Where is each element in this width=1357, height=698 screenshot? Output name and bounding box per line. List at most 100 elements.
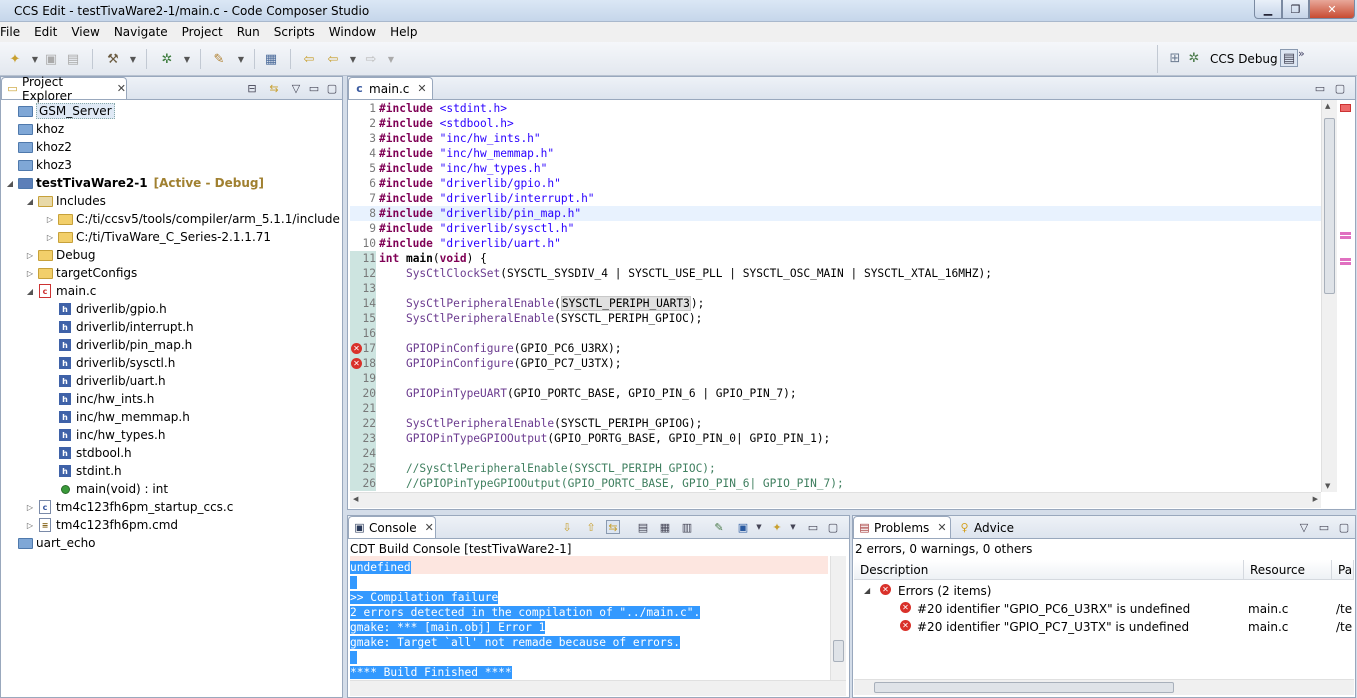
close-editor-tab-icon[interactable]: ✕: [417, 82, 426, 95]
tree-item[interactable]: ▷ ≡ tm4c123fh6pm.cmd: [25, 516, 178, 534]
debug-dropdown-icon[interactable]: ▼: [178, 50, 196, 68]
code-line[interactable]: 18 ✕ GPIOPinConfigure(GPIO_PC7_U3TX);: [350, 356, 1321, 371]
ccs-edit-perspective-icon[interactable]: ▤: [1280, 49, 1298, 67]
tree-item[interactable]: ▷ C:/ti/ccsv5/tools/compiler/arm_5.1.1/in…: [45, 210, 340, 228]
scroll-left-icon[interactable]: ◀: [353, 495, 358, 503]
console-vertical-scrollbar[interactable]: [830, 556, 846, 680]
console-view-icon[interactable]: ▦: [262, 50, 280, 68]
editor-horizontal-scrollbar[interactable]: ◀ ▶: [350, 492, 1321, 508]
tab-console[interactable]: ▣ Console ✕: [348, 516, 436, 538]
collapse-arrow-icon[interactable]: ◢: [5, 179, 15, 188]
close-problems-tab-icon[interactable]: ✕: [937, 521, 946, 534]
menu-view[interactable]: View: [71, 25, 99, 39]
console-output[interactable]: undefined >> Compilation failure 2 errors…: [350, 556, 830, 694]
maximize-button[interactable]: ❐: [1282, 0, 1309, 19]
close-button[interactable]: ✕: [1309, 0, 1355, 19]
pin-console-icon[interactable]: ✎: [712, 520, 726, 534]
menu-edit[interactable]: Edit: [34, 25, 57, 39]
expand-arrow-icon[interactable]: ▷: [25, 269, 35, 278]
maximize-view-icon[interactable]: ▢: [325, 81, 339, 95]
column-path[interactable]: Pa: [1332, 560, 1354, 580]
column-resource[interactable]: Resource: [1244, 560, 1332, 580]
tree-item[interactable]: ◢ c main.c: [25, 282, 96, 300]
menu-help[interactable]: Help: [390, 25, 417, 39]
problems-view-menu-icon[interactable]: ▽: [1297, 520, 1311, 534]
code-line[interactable]: 5 #include "inc/hw_types.h": [350, 161, 1321, 176]
tree-item[interactable]: h driverlib/sysctl.h: [45, 354, 175, 372]
console-minimize-icon[interactable]: ▭: [806, 520, 820, 534]
expand-arrow-icon[interactable]: ▷: [25, 251, 35, 260]
previous-error-icon[interactable]: ⇧: [584, 520, 598, 534]
tree-item[interactable]: h driverlib/gpio.h: [45, 300, 167, 318]
flash-icon[interactable]: ✎: [210, 50, 228, 68]
code-line[interactable]: 13: [350, 281, 1321, 296]
collapse-arrow-icon[interactable]: ◢: [25, 287, 35, 296]
view-menu-icon[interactable]: ▽: [289, 81, 303, 95]
next-error-icon[interactable]: ⇩: [560, 520, 574, 534]
code-line[interactable]: 11 int main(void) {: [350, 251, 1321, 266]
code-line[interactable]: 6 #include "driverlib/gpio.h": [350, 176, 1321, 191]
menu-navigate[interactable]: Navigate: [114, 25, 168, 39]
word-wrap-icon[interactable]: ▥: [680, 520, 694, 534]
new-icon[interactable]: ✦: [6, 50, 24, 68]
code-line[interactable]: 22 SysCtlPeripheralEnable(SYSCTL_PERIPH_…: [350, 416, 1321, 431]
code-line[interactable]: 12 SysCtlClockSet(SYSCTL_SYSDIV_4 | SYSC…: [350, 266, 1321, 281]
tab-advice[interactable]: ♀ Advice: [953, 516, 1019, 538]
minimize-button[interactable]: ▁: [1254, 0, 1282, 19]
scroll-down-icon[interactable]: ▼: [1325, 482, 1330, 490]
clear-console-icon[interactable]: ▦: [658, 520, 672, 534]
menu-scripts[interactable]: Scripts: [274, 25, 315, 39]
tree-item[interactable]: ▷ C:/ti/TivaWare_C_Series-2.1.1.71: [45, 228, 271, 246]
tree-item[interactable]: h stdint.h: [45, 462, 122, 480]
tree-item[interactable]: khoz2: [5, 138, 72, 156]
tree-item[interactable]: ◢ Includes: [25, 192, 106, 210]
column-description[interactable]: Description: [854, 560, 1244, 580]
menu-file[interactable]: File: [0, 25, 20, 39]
code-line[interactable]: 4 #include "inc/hw_memmap.h": [350, 146, 1321, 161]
tree-item[interactable]: uart_echo: [5, 534, 96, 552]
code-line[interactable]: 15 SysCtlPeripheralEnable(SYSCTL_PERIPH_…: [350, 311, 1321, 326]
tree-item[interactable]: ▷ Debug: [25, 246, 96, 264]
editor-maximize-icon[interactable]: ▢: [1333, 81, 1347, 95]
editor-scroll-thumb[interactable]: [1324, 118, 1335, 294]
tab-problems[interactable]: ▤ Problems ✕: [853, 516, 951, 538]
code-line[interactable]: 9 #include "driverlib/sysctl.h": [350, 221, 1321, 236]
copy-build-log-icon[interactable]: ▤: [636, 520, 650, 534]
menu-project[interactable]: Project: [182, 25, 223, 39]
code-line[interactable]: 21: [350, 401, 1321, 416]
back-dropdown-icon[interactable]: ▼: [344, 50, 362, 68]
code-line[interactable]: 19: [350, 371, 1321, 386]
expand-arrow-icon[interactable]: ▷: [45, 215, 55, 224]
tree-item[interactable]: h driverlib/interrupt.h: [45, 318, 194, 336]
tree-item[interactable]: khoz: [5, 120, 64, 138]
problems-horizontal-scrollbar[interactable]: [854, 679, 1354, 695]
debug-bug-icon[interactable]: ✲: [158, 50, 176, 68]
tree-item[interactable]: h stdbool.h: [45, 444, 132, 462]
menu-window[interactable]: Window: [329, 25, 376, 39]
problems-maximize-icon[interactable]: ▢: [1337, 520, 1351, 534]
open-perspective-icon[interactable]: ⊞: [1166, 49, 1184, 67]
forward-dropdown-icon[interactable]: ▼: [382, 50, 400, 68]
tree-item[interactable]: h driverlib/uart.h: [45, 372, 166, 390]
scroll-right-icon[interactable]: ▶: [1313, 495, 1318, 503]
close-console-tab-icon[interactable]: ✕: [425, 521, 434, 534]
minimize-view-icon[interactable]: ▭: [307, 81, 321, 95]
tree-item[interactable]: ▷ c tm4c123fh6pm_startup_ccs.c: [25, 498, 233, 516]
error-marker-icon[interactable]: ✕: [351, 358, 362, 369]
menu-run[interactable]: Run: [237, 25, 260, 39]
save-icon[interactable]: ▣: [42, 50, 60, 68]
flash-dropdown-icon[interactable]: ▼: [232, 50, 250, 68]
back-icon[interactable]: ⇦: [324, 50, 342, 68]
error-group-row[interactable]: ◢ ✕ Errors (2 items): [854, 582, 1354, 600]
close-tab-icon[interactable]: ✕: [117, 82, 126, 95]
code-line[interactable]: 16: [350, 326, 1321, 341]
last-edit-icon[interactable]: ⇦: [300, 50, 318, 68]
expand-arrow-icon[interactable]: ▷: [25, 521, 35, 530]
tree-item[interactable]: ▷ targetConfigs: [25, 264, 137, 282]
problems-scroll-thumb[interactable]: [874, 682, 1174, 693]
editor-minimize-icon[interactable]: ▭: [1313, 81, 1327, 95]
tree-item[interactable]: ◢ testTivaWare2-1 [Active - Debug]: [5, 174, 264, 192]
expand-arrow-icon[interactable]: ▷: [45, 233, 55, 242]
tree-item[interactable]: main(void) : int: [45, 480, 168, 498]
open-console-dropdown-icon[interactable]: ▼: [786, 520, 800, 534]
